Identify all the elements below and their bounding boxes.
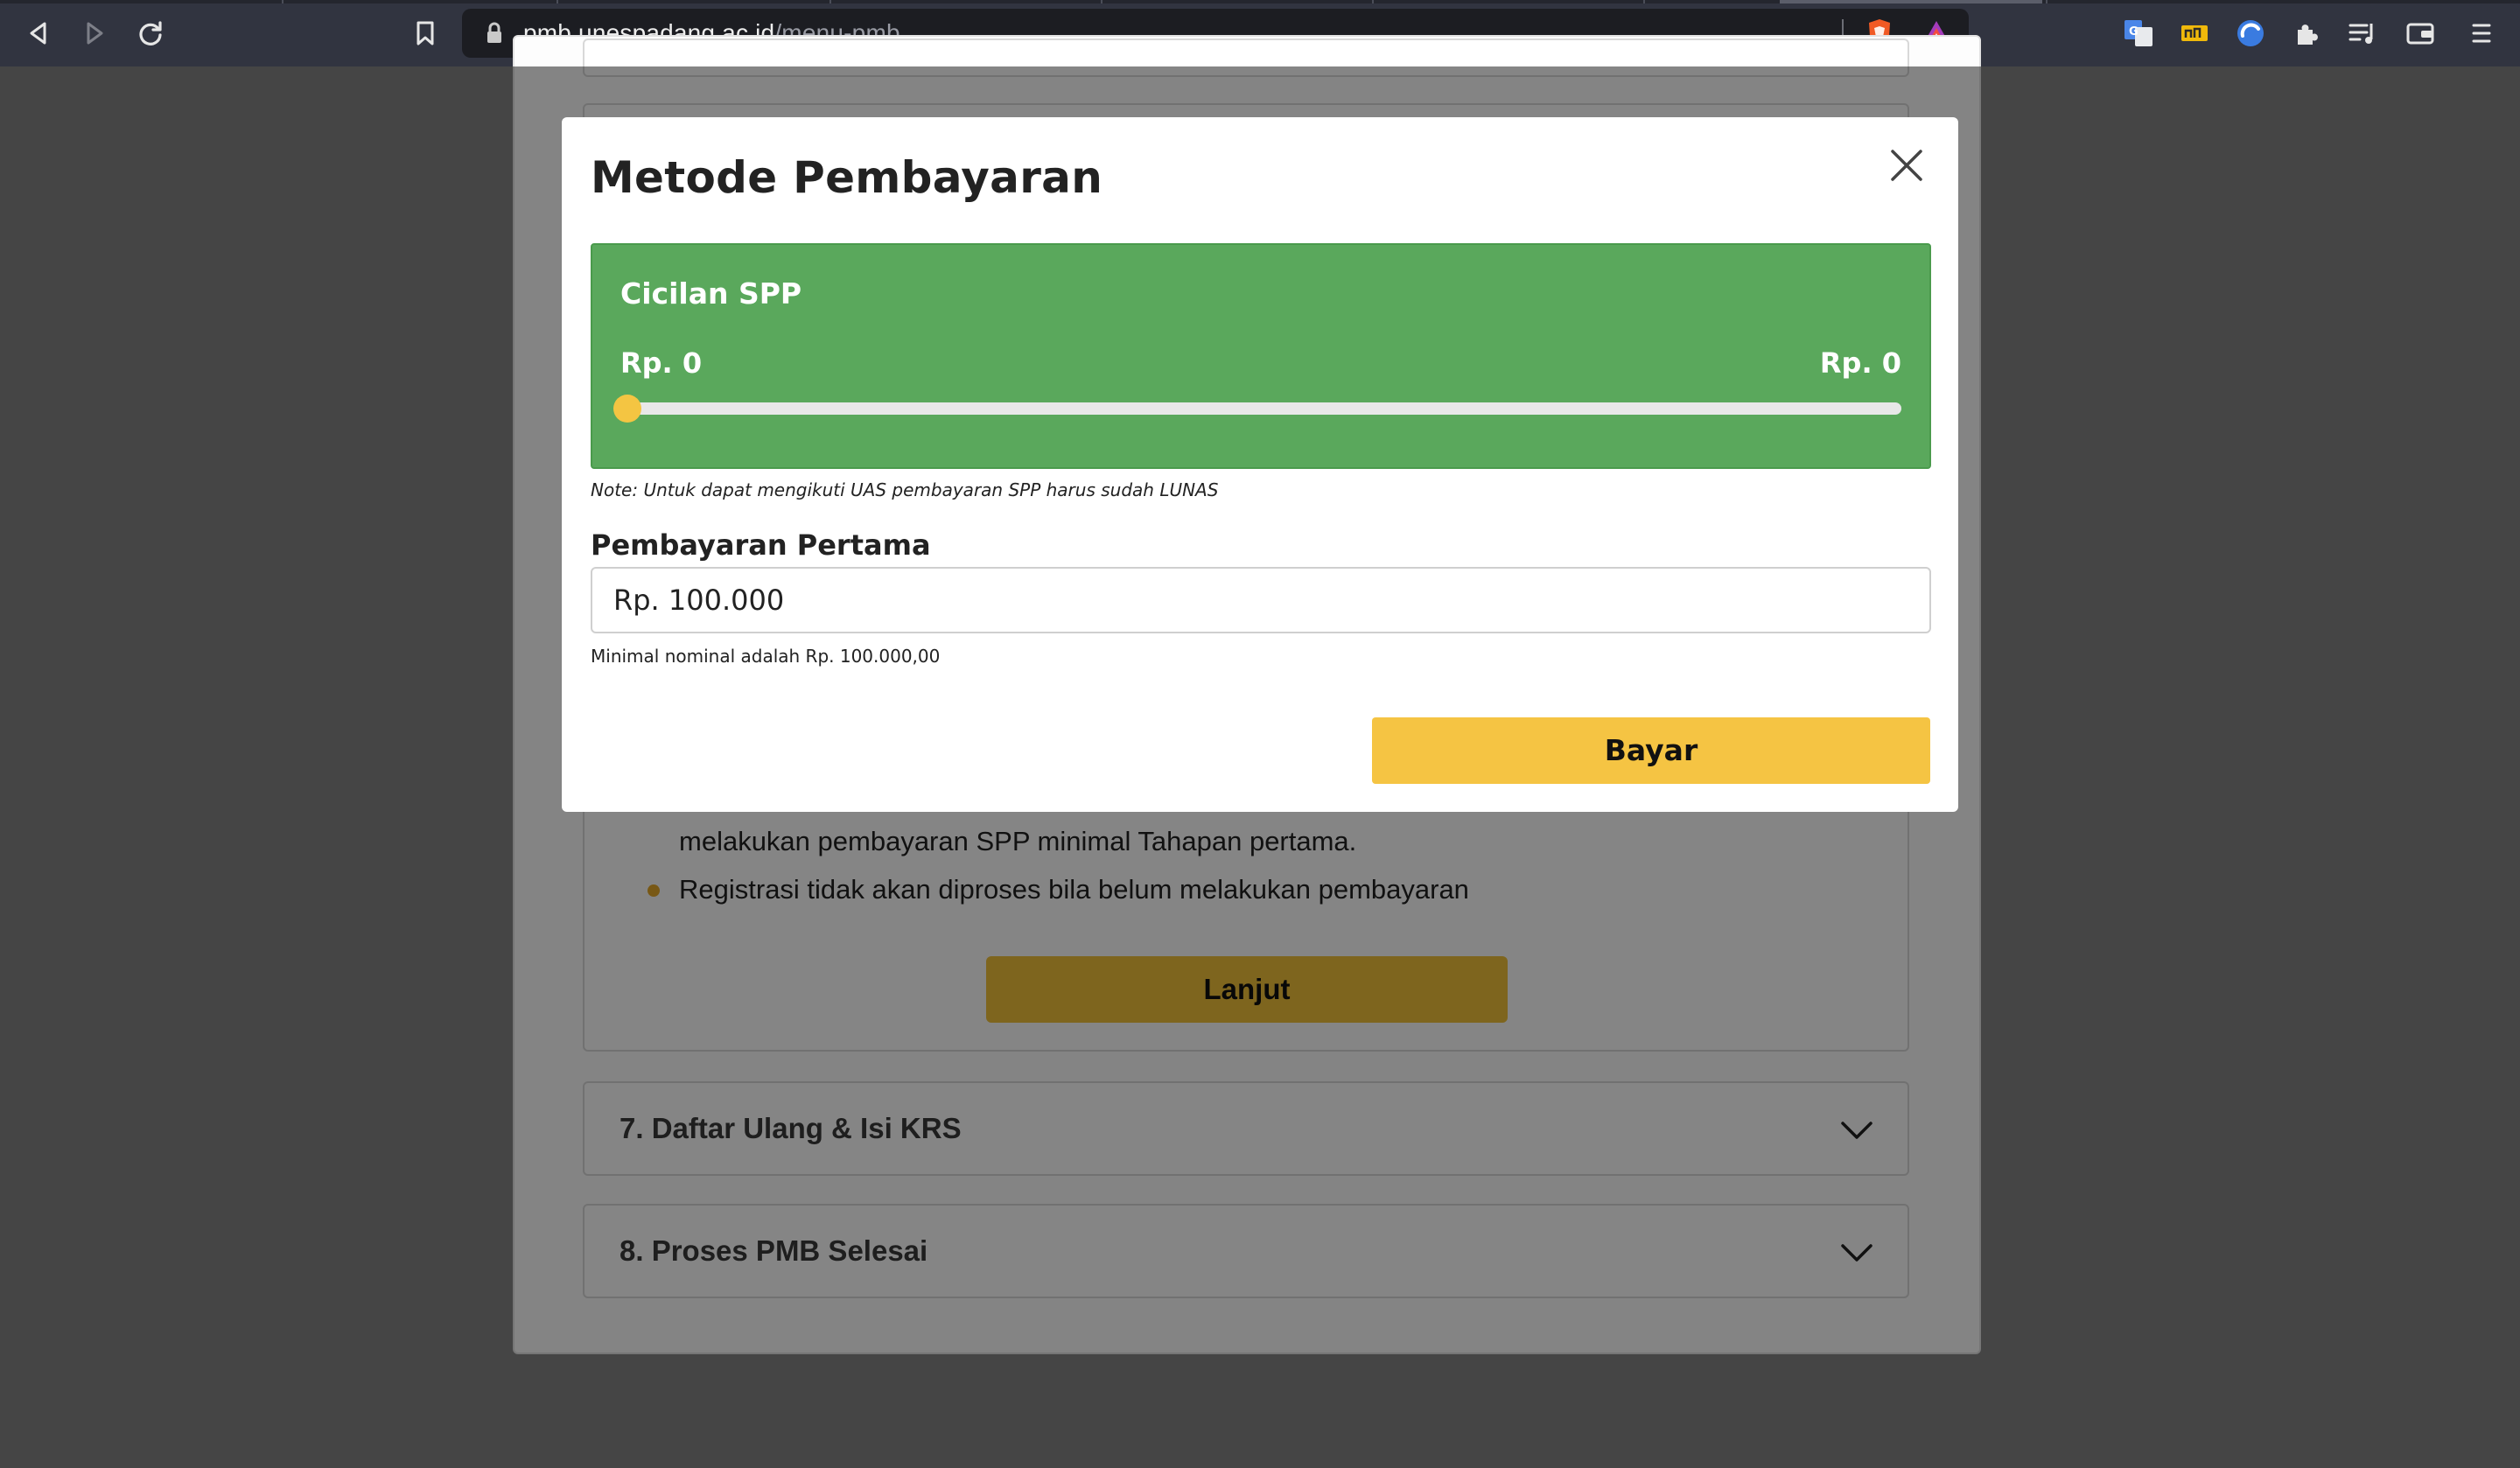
payment-note: Note: Untuk dapat mengikuti UAS pembayar… (591, 479, 1219, 500)
slider-thumb[interactable] (613, 395, 641, 423)
tab-divider (1101, 0, 1102, 3)
svg-text:G: G (2129, 25, 2138, 38)
forward-icon[interactable] (77, 16, 112, 51)
tab-divider (830, 0, 831, 3)
tab-divider (556, 0, 558, 3)
puzzle-icon[interactable] (2289, 16, 2324, 51)
ext-icon[interactable] (2177, 16, 2212, 51)
tab-strip (0, 0, 2520, 3)
payment-method-modal: Metode Pembayaran Cicilan SPP Rp. 0 Rp. … (562, 117, 1958, 812)
tab-divider (2046, 0, 2048, 3)
installment-max-label: Rp. 0 (1819, 346, 1901, 380)
pay-button[interactable]: Bayar (1372, 717, 1930, 784)
first-payment-input[interactable] (591, 567, 1931, 633)
lock-icon[interactable] (485, 21, 508, 45)
reload-icon[interactable] (133, 16, 168, 51)
tab-divider (282, 0, 284, 3)
wallet-icon[interactable] (2403, 16, 2438, 51)
playlist-icon[interactable] (2345, 16, 2380, 51)
first-payment-label: Pembayaran Pertama (591, 528, 931, 562)
ext-blue-circle-icon[interactable] (2233, 16, 2268, 51)
menu-icon[interactable] (2464, 16, 2499, 51)
first-payment-helper: Minimal nominal adalah Rp. 100.000,00 (591, 646, 941, 667)
tab-divider (1372, 0, 1374, 3)
close-icon[interactable] (1885, 143, 1928, 187)
bookmark-icon[interactable] (408, 16, 443, 51)
installment-min-label: Rp. 0 (620, 346, 703, 380)
google-translate-icon[interactable]: G (2121, 16, 2156, 51)
active-tab-indicator[interactable] (1780, 0, 2042, 3)
back-icon[interactable] (21, 16, 56, 51)
installment-title: Cicilan SPP (620, 276, 802, 311)
modal-title: Metode Pembayaran (591, 152, 1103, 203)
installment-panel: Cicilan SPP Rp. 0 Rp. 0 (591, 243, 1931, 469)
tab-divider (1643, 0, 1645, 3)
installment-slider[interactable] (613, 395, 1901, 423)
